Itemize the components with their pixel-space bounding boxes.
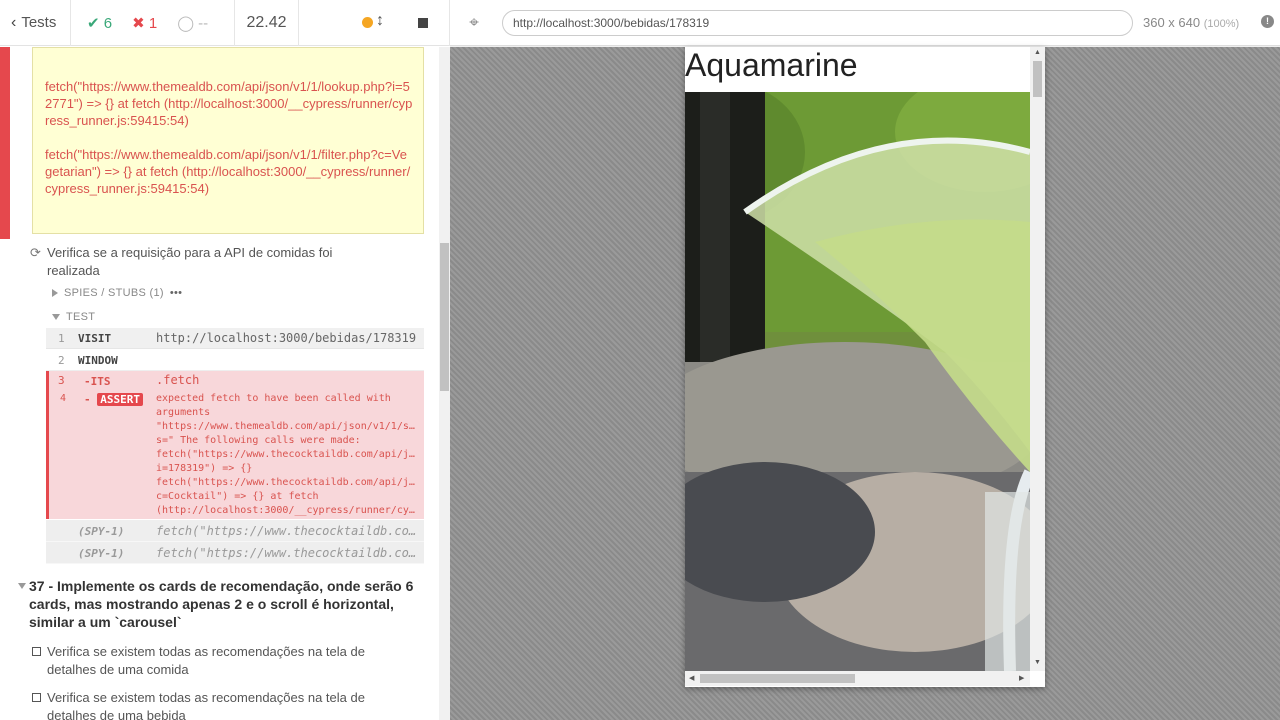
command-visit[interactable]: 1 VISIT http://localhost:3000/bebidas/17… xyxy=(46,328,424,349)
error-line: fetch("https://www.themealdb.com/api/jso… xyxy=(45,79,413,128)
command-number: 4 xyxy=(60,393,67,404)
aut-background: Aquamarine ▲ ▼ ◀ ▶ xyxy=(450,47,1280,720)
command-dash: - xyxy=(84,393,91,406)
back-label: Tests xyxy=(21,14,57,31)
assert-line: i=178319") => {} xyxy=(156,463,253,474)
app-scroll-thumb[interactable] xyxy=(1033,61,1042,97)
assert-line: fetch("https://www.thecocktaildb.com/api… xyxy=(156,477,418,488)
command-name: WINDOW xyxy=(78,354,118,367)
back-to-tests-button[interactable]: ‹ Tests xyxy=(0,0,71,46)
spy-call-row[interactable]: (SPY-1) fetch("https://www.thecocktaildb… xyxy=(46,542,424,564)
assert-line: (http://localhost:3000/__cypress/runner/… xyxy=(156,505,418,516)
error-line: fetch("https://www.themealdb.com/api/jso… xyxy=(45,147,411,196)
assert-line: "https://www.themealdb.com/api/json/v1/1… xyxy=(156,421,418,432)
command-message: .fetch xyxy=(156,373,200,387)
reporter-panel: ‹ Tests ✔ 6 ✖ 1 ◯ -- 22.42 ↕ fetch("http… xyxy=(0,0,450,720)
app-horizontal-scrollbar[interactable]: ◀ ▶ xyxy=(685,671,1030,686)
app-scroll-thumb-horizontal[interactable] xyxy=(700,674,855,683)
spinner-icon: ◯ xyxy=(177,14,194,32)
test-item-title: Verifica se existem todas as recomendaçõ… xyxy=(47,644,365,677)
assert-line: expected fetch to have been called with xyxy=(156,393,391,404)
assert-line: s=" The following calls were made: xyxy=(156,435,361,446)
run-controls: ↕ xyxy=(299,0,450,46)
url-bar[interactable]: http://localhost:3000/bebidas/178319 xyxy=(502,10,1133,36)
command-name: VISIT xyxy=(78,332,112,345)
crosshair-icon[interactable]: ⌖ xyxy=(464,13,484,33)
scroll-left-icon[interactable]: ◀ xyxy=(689,674,694,682)
spy-call-row[interactable]: (SPY-1) fetch("https://www.thecocktaildb… xyxy=(46,520,424,542)
viewport-dimensions: 360 x 640 xyxy=(1143,15,1201,30)
spies-stubs-toggle[interactable]: SPIES / STUBS (1) ••• xyxy=(52,287,182,299)
assert-line: arguments xyxy=(156,407,211,418)
current-test-title-text: Verifica se a requisição para a API de c… xyxy=(47,245,333,278)
chevron-right-icon xyxy=(52,289,58,297)
spy-message: fetch("https://www.thecocktaildb.com/api… xyxy=(156,546,418,560)
scroll-down-icon[interactable]: ▼ xyxy=(1034,659,1041,666)
scrollbar-thumb[interactable] xyxy=(440,243,449,391)
viewport-scale: (100%) xyxy=(1203,18,1240,30)
test-item[interactable]: Verifica se existem todas as recomendaçõ… xyxy=(32,689,402,720)
command-message: http://localhost:3000/bebidas/178319 xyxy=(156,331,417,345)
test-item[interactable]: Verifica se existem todas as recomendaçõ… xyxy=(32,643,402,679)
passed-count: ✔ 6 xyxy=(87,14,112,32)
test-label: TEST xyxy=(66,311,96,323)
command-name: - ASSERT xyxy=(84,393,143,406)
reporter-scrollbar[interactable] xyxy=(439,47,450,720)
drink-title: Aquamarine xyxy=(685,47,858,83)
checkbox-icon xyxy=(32,647,41,656)
info-icon[interactable]: ! xyxy=(1261,15,1274,28)
assert-badge: ASSERT xyxy=(97,393,143,406)
chevron-down-icon xyxy=(18,583,26,589)
pending-count-value: -- xyxy=(198,14,209,32)
test-item-title: Verifica se existem todas as recomendaçõ… xyxy=(47,690,365,720)
failed-count: ✖ 1 xyxy=(132,14,157,32)
reporter-scroll-area[interactable]: fetch("https://www.themealdb.com/api/jso… xyxy=(0,47,439,720)
scroll-up-icon[interactable]: ▲ xyxy=(1034,49,1041,56)
command-number: 1 xyxy=(58,332,65,345)
viewport-size: 360 x 640 (100%) xyxy=(1143,15,1239,30)
stats-bar: ‹ Tests ✔ 6 ✖ 1 ◯ -- 22.42 ↕ xyxy=(0,0,450,46)
more-icon[interactable]: ••• xyxy=(170,287,182,299)
assert-message: expected fetch to have been called with … xyxy=(156,392,418,518)
spy-message: fetch("https://www.thecocktaildb.com/api… xyxy=(156,524,418,538)
current-test-title[interactable]: ⟳ Verifica se a requisição para a API de… xyxy=(30,244,360,280)
checkbox-icon xyxy=(32,693,41,702)
aut-header: ⌖ http://localhost:3000/bebidas/178319 3… xyxy=(450,0,1280,46)
app-vertical-scrollbar[interactable]: ▲ ▼ xyxy=(1030,47,1045,671)
resize-icon[interactable]: ↕ xyxy=(376,12,384,30)
drink-image xyxy=(685,92,1030,671)
test-commands-toggle[interactable]: TEST xyxy=(52,311,95,323)
aut-panel: ⌖ http://localhost:3000/bebidas/178319 3… xyxy=(450,0,1280,720)
refresh-icon: ⟳ xyxy=(30,245,41,260)
chevron-left-icon: ‹ xyxy=(11,13,17,31)
spy-name: (SPY-1) xyxy=(78,525,125,538)
duration: 22.42 xyxy=(235,0,299,46)
passed-count-value: 6 xyxy=(103,14,113,32)
failed-test-indicator xyxy=(0,47,10,239)
spies-label: SPIES / STUBS (1) xyxy=(64,287,164,299)
error-message-box: fetch("https://www.themealdb.com/api/jso… xyxy=(32,47,424,234)
assert-line: fetch("https://www.thecocktaildb.com/api… xyxy=(156,449,418,460)
command-failed-group[interactable]: 3 -ITS .fetch 4 - ASSERT expected fetch … xyxy=(46,371,424,519)
pending-count: ◯ -- xyxy=(177,14,208,32)
stop-icon[interactable] xyxy=(418,17,428,28)
test-counts: ✔ 6 ✖ 1 ◯ -- xyxy=(71,0,235,46)
check-icon: ✔ xyxy=(87,14,100,32)
spy-name: (SPY-1) xyxy=(78,547,125,560)
running-dot-icon xyxy=(362,16,373,28)
command-window[interactable]: 2 WINDOW xyxy=(46,349,424,371)
chevron-down-icon xyxy=(52,314,60,320)
app-viewport[interactable]: Aquamarine ▲ ▼ ◀ ▶ xyxy=(685,47,1045,687)
command-name: -ITS xyxy=(84,375,111,388)
command-number: 2 xyxy=(58,354,65,367)
assert-line: c=Cocktail") => {} at fetch xyxy=(156,491,319,502)
x-icon: ✖ xyxy=(132,14,145,32)
suite-title-text: 37 - Implemente os cards de recomendação… xyxy=(29,578,414,630)
suite-title[interactable]: 37 - Implemente os cards de recomendação… xyxy=(18,577,428,631)
scroll-right-icon[interactable]: ▶ xyxy=(1019,674,1024,682)
command-number: 3 xyxy=(58,374,65,387)
failed-count-value: 1 xyxy=(148,14,158,32)
